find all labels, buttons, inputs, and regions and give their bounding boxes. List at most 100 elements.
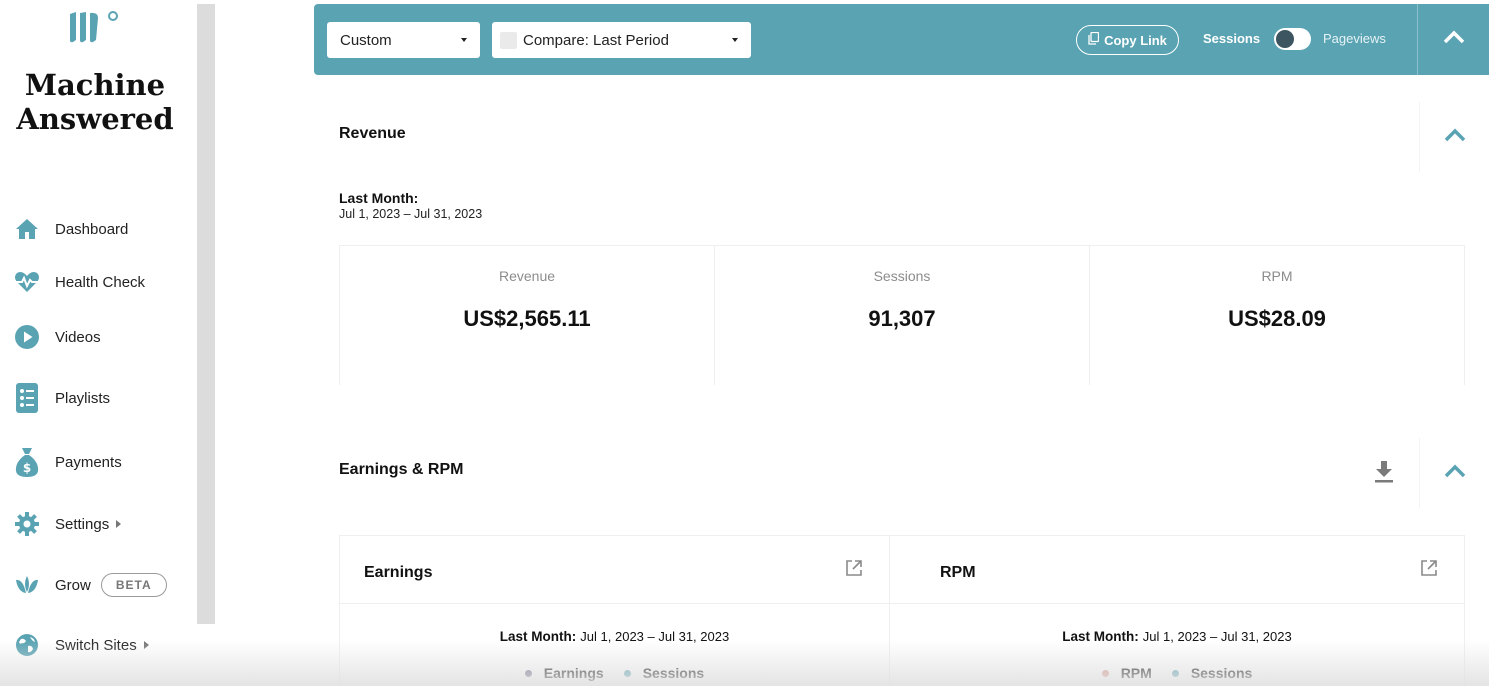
card-period: Last Month: Jul 1, 2023 – Jul 31, 2023 (890, 629, 1464, 644)
metric-label: Sessions (873, 268, 931, 284)
sidebar-item-label: Dashboard (55, 220, 129, 238)
card-header: Earnings (340, 536, 889, 604)
sidebar-item-switch-sites[interactable]: Switch Sites (14, 630, 149, 660)
brand-line-1: Machine (24, 68, 166, 102)
brand-name: Machine Answered (0, 68, 190, 136)
revenue-period-label: Last Month: (339, 190, 419, 206)
card-header: RPM (890, 536, 1464, 604)
brand-line-2: Answered (16, 102, 174, 136)
download-button[interactable] (1372, 459, 1396, 485)
metric-sessions: Sessions 91,307 (714, 246, 1089, 385)
chart-legend: RPM Sessions (890, 665, 1464, 681)
chart-legend: Earnings Sessions (340, 665, 889, 681)
sidebar-item-label: Payments (55, 453, 122, 471)
earnings-card: Earnings Last Month: Jul 1, 2023 – Jul 31… (339, 535, 890, 686)
card-period-label: Last Month: (499, 629, 577, 644)
dropdown-arrow-icon (461, 38, 467, 42)
legend-item-sessions[interactable]: Sessions (623, 665, 705, 681)
date-range-select[interactable]: Custom (327, 22, 480, 58)
gear-icon (14, 511, 40, 537)
metric-value: US$2,565.11 (463, 306, 591, 331)
card-period-range: Jul 1, 2023 – Jul 31, 2023 (1142, 629, 1292, 644)
legend-dot (623, 669, 631, 677)
legend-item-rpm[interactable]: RPM (1101, 665, 1152, 681)
toggle-label-sessions: Sessions (1203, 31, 1261, 46)
filter-toolbar: Custom Compare: Last Period Copy Link Se… (314, 4, 1489, 75)
chevron-up-icon (1444, 128, 1466, 147)
caret-right-icon (143, 641, 149, 649)
logo-icon[interactable] (68, 10, 120, 44)
legend-dot (1101, 669, 1109, 677)
chevron-up-icon (1444, 464, 1466, 483)
beta-badge: BETA (100, 573, 167, 597)
toggle-label-pageviews: Pageviews (1323, 31, 1386, 46)
svg-text:$: $ (23, 461, 31, 475)
card-period: Last Month: Jul 1, 2023 – Jul 31, 2023 (340, 629, 889, 644)
sidebar-item-label: Health Check (55, 273, 146, 291)
sidebar-item-playlists[interactable]: Playlists (14, 383, 110, 413)
sessions-pageviews-toggle[interactable] (1274, 28, 1311, 50)
app-root: Machine Answered Dashboard Health Check … (0, 0, 1489, 686)
collapse-earnings-rpm-button[interactable] (1419, 438, 1489, 508)
sidebar-item-health-check[interactable]: Health Check (14, 267, 145, 297)
legend-item-sessions[interactable]: Sessions (1171, 665, 1253, 681)
sidebar: Machine Answered Dashboard Health Check … (0, 0, 197, 686)
chevron-up-icon (1443, 30, 1465, 49)
card-period-range: Jul 1, 2023 – Jul 31, 2023 (580, 629, 730, 644)
date-range-value: Custom (340, 31, 392, 49)
sidebar-item-grow[interactable]: Grow BETA (14, 570, 167, 600)
sidebar-item-label: Settings (55, 515, 110, 533)
metric-label: Revenue (498, 268, 556, 284)
copy-link-button[interactable]: Copy Link (1076, 25, 1179, 55)
revenue-metrics: Revenue US$2,565.11 Sessions 91,307 RPM … (339, 245, 1465, 385)
metric-revenue: Revenue US$2,565.11 (340, 246, 714, 385)
copy-icon (1088, 31, 1100, 48)
legend-item-earnings[interactable]: Earnings (524, 665, 604, 681)
external-link-icon[interactable] (845, 559, 863, 577)
metric-rpm: RPM US$28.09 (1089, 246, 1464, 385)
metric-value: 91,307 (868, 306, 936, 331)
revenue-section-title: Revenue (339, 125, 406, 142)
sidebar-item-settings[interactable]: Settings (14, 509, 122, 539)
compare-color-swatch (500, 31, 517, 49)
legend-label: Sessions (1190, 665, 1253, 681)
earnings-rpm-section-title: Earnings & RPM (339, 461, 464, 478)
sidebar-scrollbar[interactable] (197, 4, 215, 624)
sidebar-item-label: Playlists (55, 389, 111, 407)
download-icon (1372, 461, 1396, 489)
legend-dot (524, 669, 532, 677)
card-title: Earnings (364, 564, 433, 581)
compare-value: Compare: Last Period (523, 31, 669, 49)
caret-right-icon (116, 520, 122, 528)
dropdown-arrow-icon (732, 38, 738, 42)
sidebar-item-dashboard[interactable]: Dashboard (14, 214, 128, 244)
card-title: RPM (940, 564, 976, 581)
leaf-icon (14, 572, 40, 598)
copy-link-label: Copy Link (1104, 32, 1167, 48)
collapse-revenue-button[interactable] (1419, 102, 1489, 172)
metric-label: RPM (1261, 268, 1293, 284)
external-link-icon[interactable] (1420, 559, 1438, 577)
legend-label: Earnings (543, 665, 604, 681)
money-bag-icon: $ (14, 448, 40, 477)
sidebar-item-label: Videos (55, 328, 101, 346)
heartbeat-icon (14, 269, 40, 295)
revenue-period-range: Jul 1, 2023 – Jul 31, 2023 (339, 207, 483, 221)
card-period-label: Last Month: (1062, 629, 1139, 644)
collapse-toolbar-button[interactable] (1418, 4, 1489, 75)
globe-icon (14, 632, 40, 658)
sidebar-item-videos[interactable]: Videos (14, 322, 101, 352)
legend-label: RPM (1120, 665, 1152, 681)
metric-value: US$28.09 (1228, 306, 1326, 331)
rpm-card: RPM Last Month: Jul 1, 2023 – Jul 31, 202… (889, 535, 1465, 686)
legend-label: Sessions (642, 665, 705, 681)
home-icon (14, 216, 40, 242)
toggle-knob (1276, 30, 1294, 48)
list-icon (14, 383, 40, 413)
sidebar-item-label: Switch Sites (55, 636, 137, 654)
play-circle-icon (14, 324, 40, 350)
compare-select[interactable]: Compare: Last Period (492, 22, 751, 58)
legend-dot (1171, 669, 1179, 677)
sidebar-item-label: Grow (55, 576, 91, 594)
sidebar-item-payments[interactable]: $ Payments (14, 447, 122, 477)
